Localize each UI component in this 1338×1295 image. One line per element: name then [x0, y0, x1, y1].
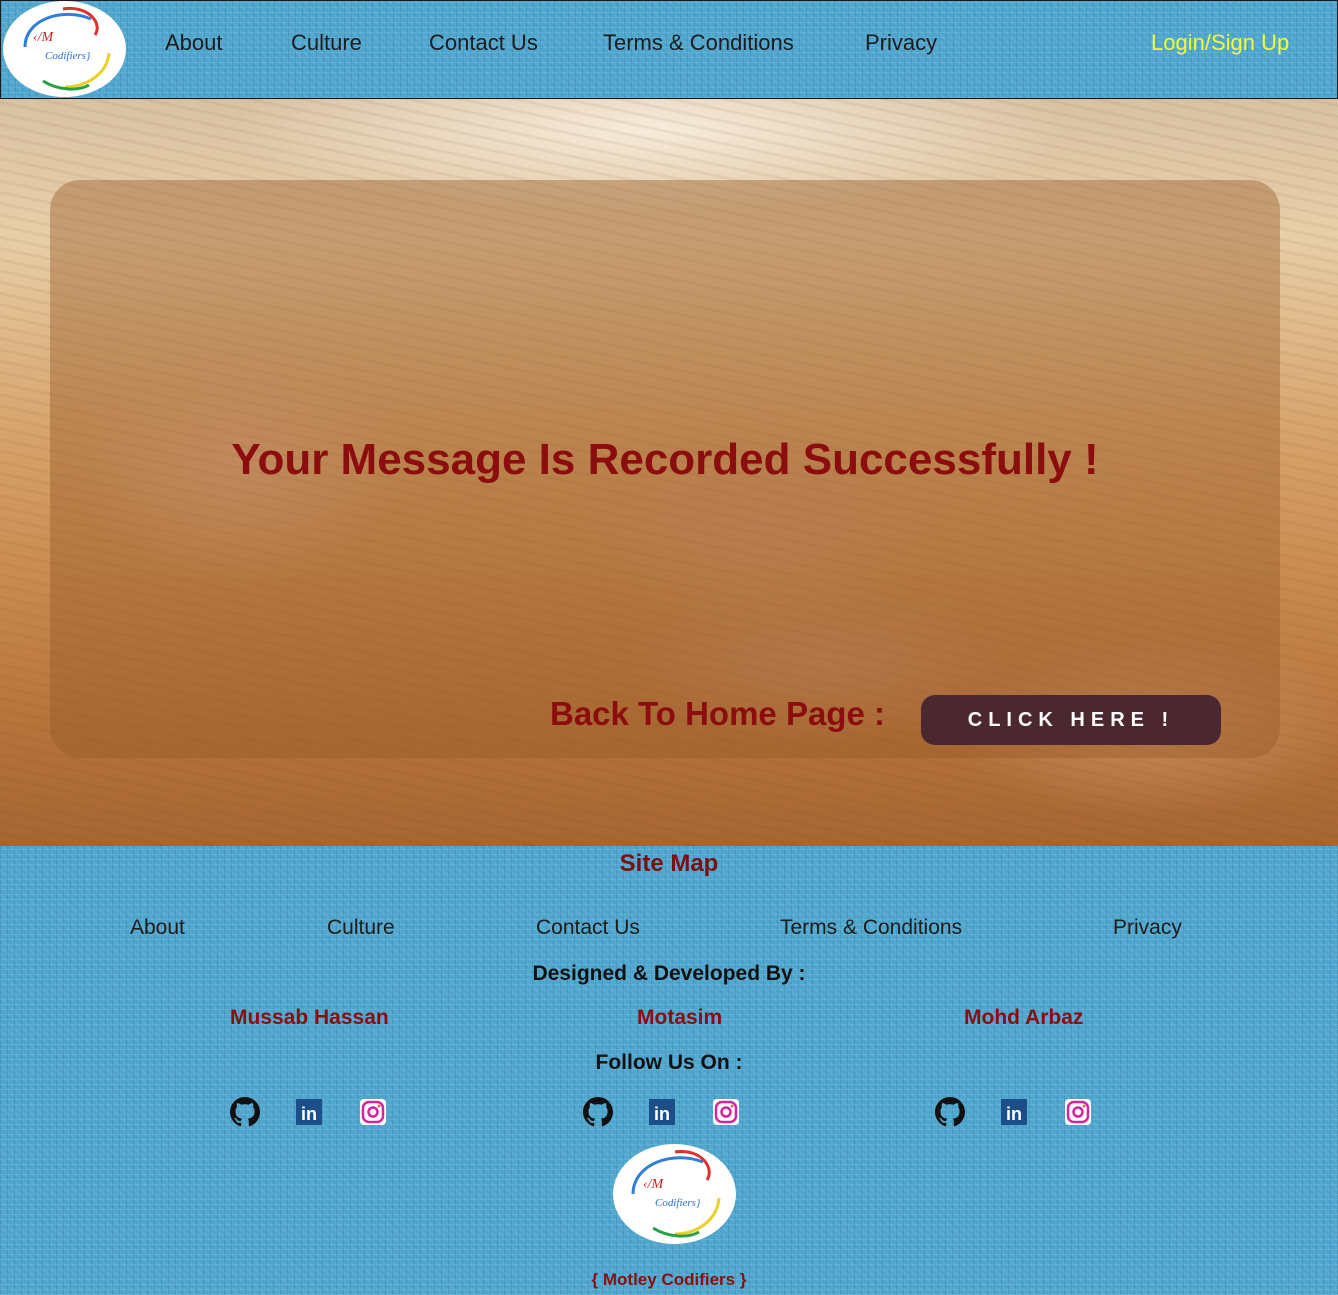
back-home-label: Back To Home Page : — [550, 695, 885, 732]
svg-text:‹/M: ‹/M — [643, 1177, 665, 1192]
hero-background: Your Message Is Recorded Successfully ! … — [0, 99, 1338, 846]
site-logo[interactable]: ‹/M Codifiers} — [3, 1, 126, 97]
linkedin-icon[interactable]: in — [294, 1097, 324, 1127]
brand-name: { Motley Codifiers } — [591, 1270, 747, 1289]
github-icon[interactable] — [583, 1097, 613, 1127]
github-icon[interactable] — [230, 1097, 260, 1127]
svg-text:in: in — [301, 1104, 317, 1124]
login-signup-link[interactable]: Login/Sign Up — [1151, 30, 1289, 56]
follow-heading: Follow Us On : — [595, 1051, 743, 1074]
instagram-icon[interactable] — [358, 1097, 388, 1127]
nav-culture[interactable]: Culture — [291, 30, 362, 56]
back-home-button[interactable]: CLICK HERE ! — [921, 695, 1221, 745]
top-navbar: ‹/M Codifiers} About Culture Contact Us … — [0, 0, 1338, 100]
logo-mark-icon: ‹/M Codifiers} — [23, 6, 111, 91]
sitemap-title: Site Map — [619, 850, 719, 877]
nav-terms-conditions[interactable]: Terms & Conditions — [603, 30, 794, 56]
footer-link-culture[interactable]: Culture — [327, 916, 395, 940]
footer: Site Map About Culture Contact Us Terms … — [0, 846, 1338, 1295]
footer-link-about[interactable]: About — [130, 916, 185, 940]
nav-contact-us[interactable]: Contact Us — [429, 30, 538, 56]
success-message: Your Message Is Recorded Successfully ! — [231, 435, 1099, 484]
designed-by-heading: Designed & Developed By : — [532, 962, 806, 985]
footer-link-contact-us[interactable]: Contact Us — [536, 916, 640, 940]
instagram-icon[interactable] — [711, 1097, 741, 1127]
nav-privacy[interactable]: Privacy — [865, 30, 937, 56]
logo-mark-icon: ‹/M Codifiers} — [631, 1150, 721, 1238]
github-icon[interactable] — [935, 1097, 965, 1127]
footer-link-privacy[interactable]: Privacy — [1113, 916, 1182, 940]
message-panel: Your Message Is Recorded Successfully ! … — [50, 180, 1280, 758]
svg-text:‹/M: ‹/M — [33, 30, 55, 45]
linkedin-icon[interactable]: in — [999, 1097, 1029, 1127]
developer-name: Mohd Arbaz — [964, 1006, 1084, 1029]
developer-name: Mussab Hassan — [230, 1006, 389, 1029]
svg-text:in: in — [1006, 1104, 1022, 1124]
svg-text:in: in — [654, 1104, 670, 1124]
developer-name: Motasim — [637, 1006, 723, 1029]
instagram-icon[interactable] — [1063, 1097, 1093, 1127]
svg-text:Codifiers}: Codifiers} — [655, 1197, 701, 1209]
footer-link-terms-conditions[interactable]: Terms & Conditions — [780, 916, 962, 940]
svg-text:Codifiers}: Codifiers} — [45, 50, 91, 62]
linkedin-icon[interactable]: in — [647, 1097, 677, 1127]
footer-logo[interactable]: ‹/M Codifiers} — [613, 1144, 736, 1244]
nav-about[interactable]: About — [165, 30, 223, 56]
